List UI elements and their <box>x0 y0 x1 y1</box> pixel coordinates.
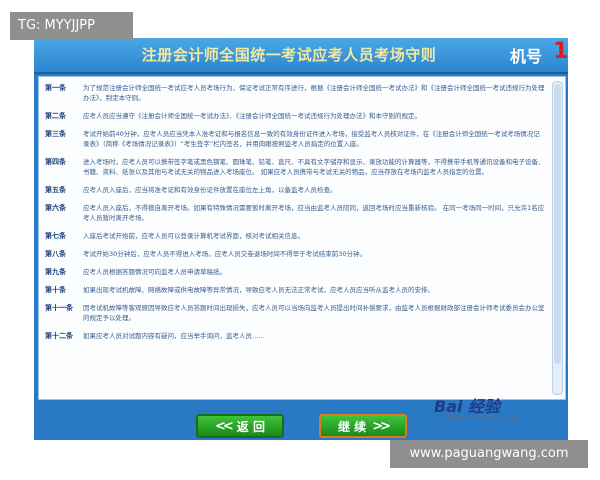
back-button-label: 返 回 <box>236 419 265 434</box>
exam-window: 注册会计师全国统一考试应考人员考场守则 机号 1 第一条 为了规范注册会计师全国统… <box>34 38 568 440</box>
rule-label: 第十二条 <box>45 332 73 340</box>
rule-row: 第三条 考试开始前40分钟，应考人员应当凭本人准考证和与报名信息一致的有效身份证件… <box>45 129 545 149</box>
rule-label: 第六条 <box>45 204 66 212</box>
rule-label: 第一条 <box>45 84 66 92</box>
continue-button-label: 继 续 <box>338 419 367 434</box>
rule-row: 第十条 如果出现考试机故障、网络故障或供电故障等异常情况，导致应考人员无法正常考试… <box>45 285 545 295</box>
rule-text: 考试开始30分钟后，应考人员不得进入考场。应考人员交卷退场时间不得早于考试结束前… <box>83 250 367 258</box>
rule-label: 第四条 <box>45 158 66 166</box>
rule-row: 第四条 进入考场时，应考人员可以携带签字笔或黑色钢笔、圆珠笔、铅笔、直尺、不具有文… <box>45 157 545 177</box>
rule-label: 第七条 <box>45 232 66 240</box>
rule-text: 因考试机故障等客观原因导致应考人员答题时间出现损失，应考人员可以当场向监考人员提… <box>83 304 545 322</box>
double-chevron-right-icon: >> <box>372 418 391 434</box>
machine-label: 机号 <box>510 47 543 66</box>
rule-label: 第九条 <box>45 268 66 276</box>
rule-text: 应考人员根据答题情况可向监考人员申请草稿纸。 <box>83 268 226 276</box>
rule-text: 考试开始前40分钟，应考人员应当凭本人准考证和与报名信息一致的有效身份证件进入考… <box>83 130 540 148</box>
rule-text: 入座后考试开始前，应考人员可以登录计算机考试界面，核对考试相关信息。 <box>83 232 304 240</box>
rules-panel: 第一条 为了规范注册会计师全国统一考试应考人员考场行为，保证考试正常有序进行，根据… <box>38 76 566 400</box>
rules-list: 第一条 为了规范注册会计师全国统一考试应考人员考场行为，保证考试正常有序进行，根据… <box>45 83 545 349</box>
rule-row: 第一条 为了规范注册会计师全国统一考试应考人员考场行为，保证考试正常有序进行，根据… <box>45 83 545 103</box>
rule-text: 进入考场时，应考人员可以携带签字笔或黑色钢笔、圆珠笔、铅笔、直尺、不具有文字储存… <box>83 158 545 176</box>
double-chevron-left-icon: << <box>215 418 234 434</box>
rule-row: 第八条 考试开始30分钟后，应考人员不得进入考场。应考人员交卷退场时间不得早于考试… <box>45 249 545 259</box>
baidu-watermark-url: jingyan.baidu.com <box>445 413 519 422</box>
rule-text: 应考人员入座后，应当将准考证和有效身份证件放置在座位左上角，以备监考人员检查。 <box>83 186 337 194</box>
rule-label: 第八条 <box>45 250 66 258</box>
scroll-thumb[interactable] <box>554 84 561 364</box>
rule-row: 第九条 应考人员根据答题情况可向监考人员申请草稿纸。 <box>45 267 545 277</box>
rule-row: 第十二条 如果应考人员对试题内容有疑问，应当举手询问，监考人员…… <box>45 331 545 341</box>
rule-label: 第三条 <box>45 130 66 138</box>
rule-row: 第七条 入座后考试开始前，应考人员可以登录计算机考试界面，核对考试相关信息。 <box>45 231 545 241</box>
overlay-tag: TG: MYYJJPP <box>10 12 133 40</box>
site-watermark: www.paguangwang.com <box>390 440 588 468</box>
rule-text: 应考人员入座后，不得擅自离开考场。如果有特殊情况需要暂时离开考场，应当由监考人员… <box>83 204 545 222</box>
vertical-scrollbar[interactable] <box>552 81 563 395</box>
page-title: 注册会计师全国统一考试应考人员考场守则 <box>141 46 437 64</box>
rule-text: 应考人员应当遵守《注册会计师全国统一考试办法》、《注册会计师全国统一考试违规行为… <box>83 112 421 120</box>
back-button[interactable]: << 返 回 <box>196 414 284 438</box>
rule-text: 如果出现考试机故障、网络故障或供电故障等异常情况，导致应考人员无法正常考试，应考… <box>83 286 434 294</box>
rule-row: 第五条 应考人员入座后，应当将准考证和有效身份证件放置在座位左上角，以备监考人员检… <box>45 185 545 195</box>
rule-label: 第十条 <box>45 286 66 294</box>
header-bar: 注册会计师全国统一考试应考人员考场守则 机号 1 <box>34 38 568 74</box>
rule-label: 第二条 <box>45 112 66 120</box>
rule-label: 第五条 <box>45 186 66 194</box>
rule-text: 如果应考人员对试题内容有疑问，应当举手询问，监考人员…… <box>83 332 265 340</box>
rule-text: 为了规范注册会计师全国统一考试应考人员考场行为，保证考试正常有序进行，根据《注册… <box>83 84 545 102</box>
rule-label: 第十一条 <box>45 304 73 312</box>
rule-row: 第二条 应考人员应当遵守《注册会计师全国统一考试办法》、《注册会计师全国统一考试违… <box>45 111 545 121</box>
rule-row: 第十一条 因考试机故障等客观原因导致应考人员答题时间出现损失，应考人员可以当场向监… <box>45 303 545 323</box>
machine-number: 1 <box>553 39 569 64</box>
rule-row: 第六条 应考人员入座后，不得擅自离开考场。如果有特殊情况需要暂时离开考场，应当由监… <box>45 203 545 223</box>
continue-button[interactable]: 继 续 >> <box>319 414 407 438</box>
